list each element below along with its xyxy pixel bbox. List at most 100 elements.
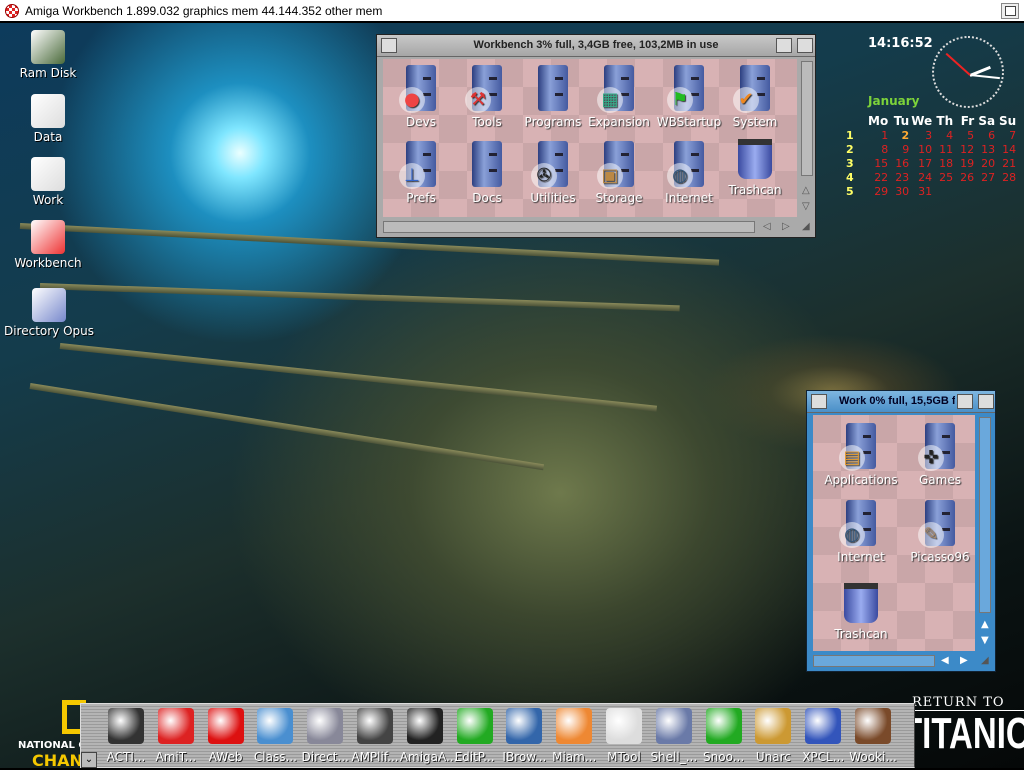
dock-item-6[interactable]: AmigaA... — [400, 708, 457, 764]
scroll-up-arrow-icon[interactable]: △ — [802, 185, 810, 196]
close-gadget[interactable] — [811, 394, 827, 409]
calendar-day[interactable]: 16 — [890, 156, 911, 170]
screen-depth-gadget[interactable] — [1001, 3, 1019, 19]
dock-item-3[interactable]: Class... — [250, 708, 300, 764]
dock-item-4[interactable]: Direct... — [300, 708, 350, 764]
calendar-day[interactable]: 14 — [997, 142, 1018, 156]
calendar-day[interactable]: 29 — [868, 184, 890, 198]
desktop-icon-ram-disk[interactable]: Ram Disk — [0, 30, 98, 80]
drawer-icon-games[interactable]: ✜ Games — [902, 423, 975, 487]
calendar-day[interactable]: 12 — [955, 142, 976, 156]
scroll-left-arrow-icon[interactable]: ◁ — [763, 221, 771, 232]
calendar-day[interactable]: 7 — [997, 128, 1018, 142]
calendar-day[interactable]: 8 — [868, 142, 890, 156]
scroll-right-arrow-icon[interactable]: ▷ — [782, 221, 790, 232]
dock-item-5[interactable]: AMPlif... — [350, 708, 400, 764]
calendar-day[interactable]: 28 — [997, 170, 1018, 184]
drawer-icon-picasso96[interactable]: ✎ Picasso96 — [902, 500, 975, 564]
drawer-icon-prefs[interactable]: ⊥ Prefs — [383, 141, 459, 205]
calendar-day[interactable]: 19 — [955, 156, 976, 170]
calendar-day[interactable]: 5 — [955, 128, 976, 142]
dock-item-9[interactable]: Miam... — [549, 708, 599, 764]
horizontal-scrollbar[interactable] — [383, 221, 755, 233]
calendar-day[interactable]: 18 — [934, 156, 955, 170]
calendar-day[interactable]: 30 — [890, 184, 911, 198]
dock-item-2[interactable]: AWeb — [201, 708, 251, 764]
drawer-icon-internet[interactable]: ◍ Internet — [651, 141, 727, 205]
drawer-icon-devs[interactable]: ● Devs — [383, 65, 459, 129]
desktop-icon-directory-opus[interactable]: Directory Opus — [0, 288, 99, 338]
dock-item-7[interactable]: EditP... — [450, 708, 500, 764]
dock-item-14[interactable]: XPCL... — [798, 708, 848, 764]
drawer-icon-internet[interactable]: ◍ Internet — [823, 500, 899, 564]
calendar-day[interactable]: 25 — [934, 170, 955, 184]
drawer-icon-trashcan[interactable]: Trashcan — [717, 133, 793, 197]
calendar-day[interactable]: 27 — [976, 170, 997, 184]
calendar-day[interactable]: 24 — [911, 170, 934, 184]
week-number: 1 — [846, 128, 854, 142]
calendar-day[interactable]: 26 — [955, 170, 976, 184]
calendar-day[interactable]: 9 — [890, 142, 911, 156]
dock-item-8[interactable]: IBrow... — [499, 708, 549, 764]
dock-item-label: AMPlif... — [351, 750, 399, 764]
calendar-day[interactable]: 31 — [911, 184, 934, 198]
dock-item-0[interactable]: ACTI... — [101, 708, 151, 764]
desktop-icon-workbench[interactable]: Workbench — [0, 220, 98, 270]
drawer-icon-storage[interactable]: ▣ Storage — [581, 141, 657, 205]
depth-gadget[interactable] — [978, 394, 994, 409]
calendar-day[interactable]: 23 — [890, 170, 911, 184]
drawer-icon-programs[interactable]: Programs — [515, 65, 591, 129]
calendar-day[interactable]: 17 — [911, 156, 934, 170]
scroll-down-arrow-icon[interactable]: ▽ — [802, 201, 810, 212]
calendar-day[interactable]: 3 — [911, 128, 934, 142]
scroll-right-arrow-icon[interactable]: ▶ — [960, 655, 968, 666]
resize-gadget-icon[interactable]: ◢ — [802, 221, 810, 232]
drawer-icon-applications[interactable]: ▤ Applications — [823, 423, 899, 487]
drawer-icon-expansion[interactable]: ▦ Expansion — [581, 65, 657, 129]
drawer-icon-wbstartup[interactable]: ⚑ WBStartup — [651, 65, 727, 129]
desktop-icon-label: Work — [32, 193, 64, 207]
zoom-gadget[interactable] — [776, 38, 792, 53]
scroll-left-arrow-icon[interactable]: ◀ — [941, 655, 949, 666]
drawer-icon-utilities[interactable]: ✇ Utilities — [515, 141, 591, 205]
window-title-bar[interactable]: Workbench 3% full, 3,4GB free, 103,2MB i… — [377, 35, 815, 57]
calendar-week: 4 22 23 24 25 26 27 28 — [846, 170, 1018, 184]
calendar-day[interactable]: 1 — [868, 128, 890, 142]
desktop-icon-work[interactable]: Work — [0, 157, 98, 207]
drawer-icon-trashcan[interactable]: Trashcan — [823, 577, 899, 641]
scroll-down-arrow-icon[interactable]: ▼ — [981, 635, 989, 646]
drawer-icon-tools[interactable]: ⚒ Tools — [449, 65, 525, 129]
vertical-scrollbar[interactable] — [979, 417, 991, 613]
calendar-day[interactable]: 4 — [934, 128, 955, 142]
calendar-day[interactable]: 10 — [911, 142, 934, 156]
drawer-icon-docs[interactable]: Docs — [449, 141, 525, 205]
drawer-icon-system[interactable]: ✔ System — [717, 65, 793, 129]
desktop-icon-label: Workbench — [14, 256, 82, 270]
dock-menu-handle[interactable]: ⌄ — [81, 752, 97, 768]
calendar-day[interactable]: 21 — [997, 156, 1018, 170]
dock-item-15[interactable]: Wooki... — [848, 708, 898, 764]
calendar-day[interactable]: 20 — [976, 156, 997, 170]
dock-item-1[interactable]: AmiT... — [151, 708, 201, 764]
depth-gadget[interactable] — [797, 38, 813, 53]
resize-gadget-icon[interactable]: ◢ — [981, 655, 989, 666]
dock-item-label: EditP... — [454, 750, 495, 764]
desktop-icon-data[interactable]: Data — [0, 94, 98, 144]
window-title-bar[interactable]: Work 0% full, 15,5GB f — [807, 391, 995, 413]
dock-item-11[interactable]: Shell_... — [649, 708, 699, 764]
dock-item-12[interactable]: Snoo... — [699, 708, 749, 764]
vertical-scrollbar[interactable] — [801, 61, 813, 176]
calendar-day[interactable]: 22 — [868, 170, 890, 184]
calendar-day[interactable]: 13 — [976, 142, 997, 156]
window-contents: ● Devs ⚒ Tools Programs ▦ Expansion ⚑ WBStartup ✔… — [383, 59, 797, 217]
dock-item-13[interactable]: Unarc — [748, 708, 798, 764]
zoom-gadget[interactable] — [957, 394, 973, 409]
calendar-day[interactable]: 11 — [934, 142, 955, 156]
weekday-header: Fr — [960, 114, 975, 128]
dock-item-10[interactable]: MTool — [599, 708, 649, 764]
calendar-day[interactable]: 15 — [868, 156, 890, 170]
horizontal-scrollbar[interactable] — [813, 655, 935, 667]
scroll-up-arrow-icon[interactable]: ▲ — [981, 619, 989, 630]
calendar-day[interactable]: 6 — [976, 128, 997, 142]
calendar-day[interactable]: 2 — [890, 128, 911, 142]
